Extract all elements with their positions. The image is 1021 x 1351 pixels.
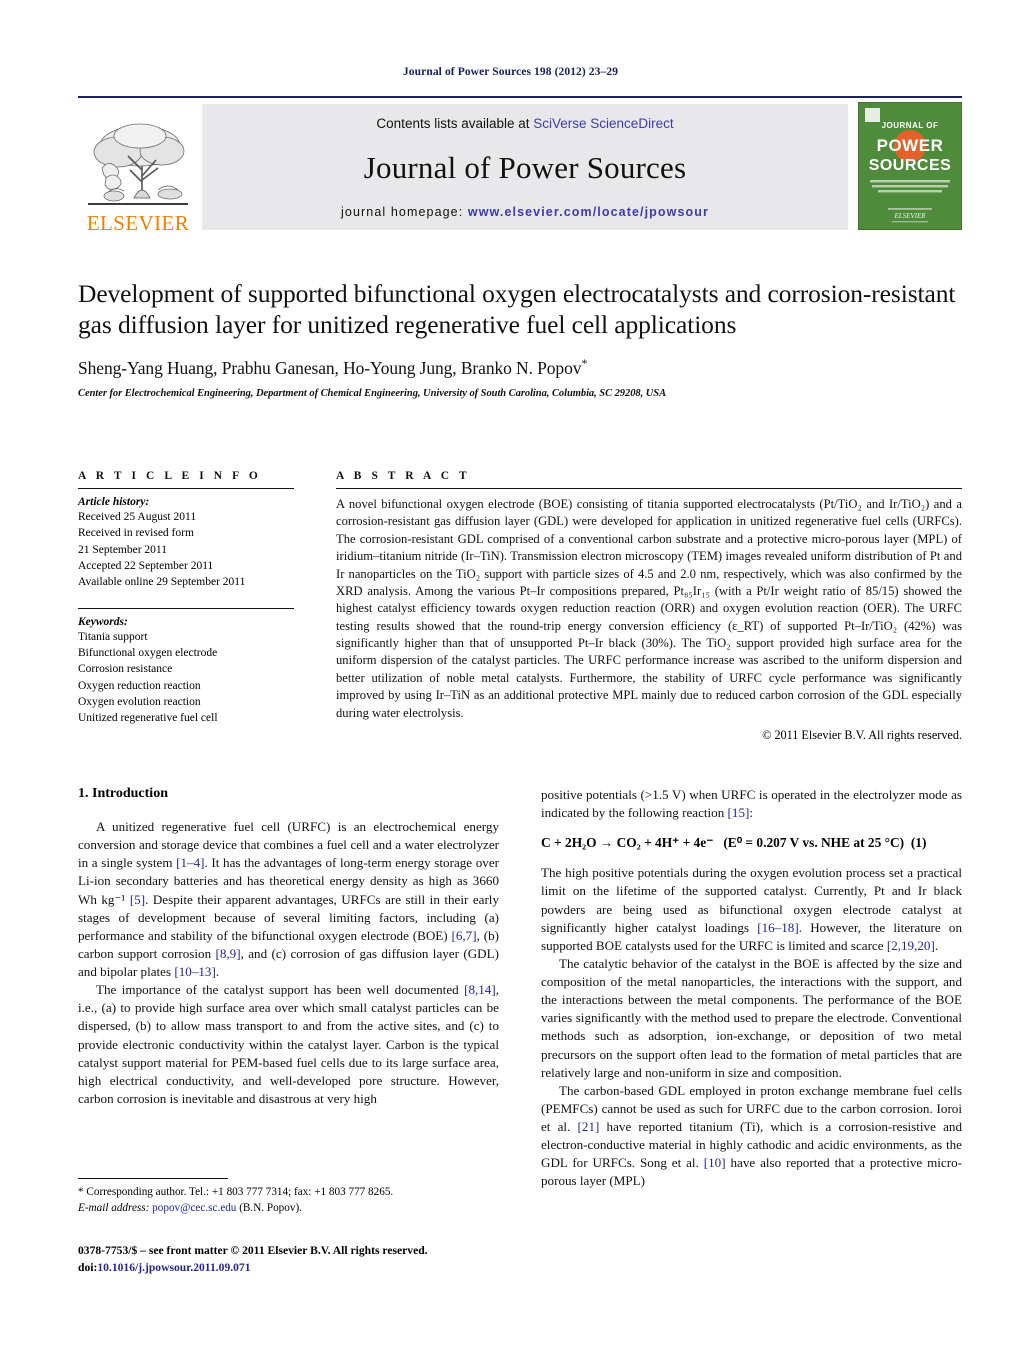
abstract-copyright: © 2011 Elsevier B.V. All rights reserved… [762,727,962,742]
citation-reference[interactable]: [1–4] [176,855,204,870]
history-item: Accepted 22 September 2011 [78,559,214,572]
author-list: Sheng-Yang Huang, Prabhu Ganesan, Ho-You… [78,356,962,379]
citation-reference[interactable]: [15] [728,805,750,820]
journal-banner: Contents lists available at SciVerse Sci… [202,104,848,230]
keyword-item: Corrosion resistance [78,663,173,676]
doi-prefix: doi: [78,1260,98,1274]
svg-text:SOURCES: SOURCES [869,157,952,174]
doi-line: doi:10.1016/j.jpowsour.2011.09.071 [78,1260,578,1277]
equation-number: (1) [910,835,927,851]
email-owner: (B.N. Popov). [239,1201,302,1214]
equation-expression: C + 2H₂O → CO₂ + 4H⁺ + 4e⁻ [541,835,714,851]
equation-1: C + 2H₂O → CO₂ + 4H⁺ + 4e⁻ (E⁰ = 0.207 V… [541,835,962,851]
elsevier-wordmark: ELSEVIER [86,211,190,235]
article-first-page: Journal of Power Sources 198 (2012) 23–2… [0,0,1021,1351]
affiliation: Center for Electrochemical Engineering, … [78,388,667,400]
doi-link[interactable]: 10.1016/j.jpowsour.2011.09.071 [97,1261,250,1274]
article-info-rule [78,488,294,489]
keywords-heading: Keywords: [78,615,128,628]
body-paragraph-continued: positive potentials (>1.5 V) when URFC i… [541,787,962,821]
journal-cover-thumbnail: JOURNAL OF POWER SOURCES ELSEVIER [858,102,962,230]
body-paragraph: The high positive potentials during the … [541,865,962,953]
issn-copyright-line: 0378-7753/$ – see front matter © 2011 El… [78,1244,428,1257]
body-columns: 1. Introduction A unitized regenerative … [78,786,962,1191]
svg-text:ELSEVIER: ELSEVIER [893,212,926,220]
email-link[interactable]: popov@cec.sc.edu [152,1202,236,1214]
article-info-heading: A R T I C L E I N F O [78,470,262,482]
keyword-item: Titania support [78,630,148,643]
homepage-prefix: journal homepage: [341,205,468,219]
history-item: Received in revised form [78,527,194,540]
citation-reference[interactable]: [8,9] [216,946,241,961]
contents-prefix: Contents lists available at [376,116,534,131]
corresponding-author-marker: * [581,356,588,371]
abstract-text: A novel bifunctional oxygen electrode (B… [336,497,962,720]
footnote-email-line: E-mail address: popov@cec.sc.edu (B.N. P… [78,1201,499,1217]
article-info-column: A R T I C L E I N F O Article history: R… [78,470,294,743]
history-item: Received 25 August 2011 [78,511,197,523]
keyword-item: Oxygen evolution reaction [78,695,201,708]
citation-reference[interactable]: [8,14] [464,982,496,997]
body-column-right: positive potentials (>1.5 V) when URFC i… [541,786,962,1191]
body-paragraph: The carbon-based GDL employed in proton … [541,1082,962,1189]
abstract-heading: A B S T R A C T [336,470,471,482]
svg-text:POWER: POWER [877,136,944,155]
keyword-item: Unitized regenerative fuel cell [78,712,218,725]
keyword-item: Bifunctional oxygen electrode [78,646,218,659]
body-column-left: 1. Introduction A unitized regenerative … [78,786,499,1191]
sciencedirect-link[interactable]: SciVerse ScienceDirect [533,116,673,131]
citation-reference[interactable]: [16–18] [757,920,798,935]
contents-available-line: Contents lists available at SciVerse Sci… [376,116,673,131]
article-title: Development of supported bifunctional ox… [78,279,956,340]
running-head: Journal of Power Sources 198 (2012) 23–2… [402,66,619,78]
keyword-item: Oxygen reduction reaction [78,679,201,692]
title-block: Development of supported bifunctional ox… [78,278,962,399]
section-heading-introduction: 1. Introduction [78,786,168,801]
body-paragraph: The importance of the catalyst support h… [78,982,499,1106]
citation-reference[interactable]: [5] [130,892,145,907]
homepage-url-link[interactable]: www.elsevier.com/locate/jpowsour [468,205,709,219]
svg-text:JOURNAL OF: JOURNAL OF [882,121,939,130]
journal-masthead: ELSEVIER Contents lists available at Sci… [78,96,962,234]
journal-cover-image: JOURNAL OF POWER SOURCES ELSEVIER [858,102,962,230]
body-paragraph: The catalytic behavior of the catalyst i… [541,955,962,1080]
info-and-abstract: A R T I C L E I N F O Article history: R… [78,470,962,743]
citation-reference[interactable]: [21] [578,1119,600,1134]
elsevier-logo: ELSEVIER [78,98,198,234]
footnote-rule [78,1178,228,1179]
citation-reference[interactable]: [2,19,20] [887,938,935,953]
equation-condition: (E⁰ = 0.207 V vs. NHE at 25 °C) [723,835,905,851]
history-item: Available online 29 September 2011 [78,576,246,589]
history-item: 21 September 2011 [78,543,168,556]
keywords-rule [78,607,294,609]
abstract-rule [336,488,962,489]
citation-reference[interactable]: [10–13] [174,964,215,979]
corresponding-author-footnote: * Corresponding author. Tel.: +1 803 777… [78,1178,499,1216]
journal-title: Journal of Power Sources [363,150,687,185]
authors-text: Sheng-Yang Huang, Prabhu Ganesan, Ho-You… [78,358,582,379]
journal-homepage-line: journal homepage: www.elsevier.com/locat… [341,205,709,219]
page-footer: 0378-7753/$ – see front matter © 2011 El… [78,1243,578,1277]
abstract-column: A B S T R A C T A novel bifunctional oxy… [336,470,962,743]
elsevier-tree-icon [88,123,188,205]
citation-reference[interactable]: [10] [704,1155,726,1170]
citation-reference[interactable]: [6,7] [452,928,477,943]
footnote-contact-line: * Corresponding author. Tel.: +1 803 777… [78,1186,394,1198]
email-label: E-mail address: [78,1201,150,1214]
body-paragraph: A unitized regenerative fuel cell (URFC)… [78,819,499,979]
article-history-heading: Article history: [78,496,150,508]
